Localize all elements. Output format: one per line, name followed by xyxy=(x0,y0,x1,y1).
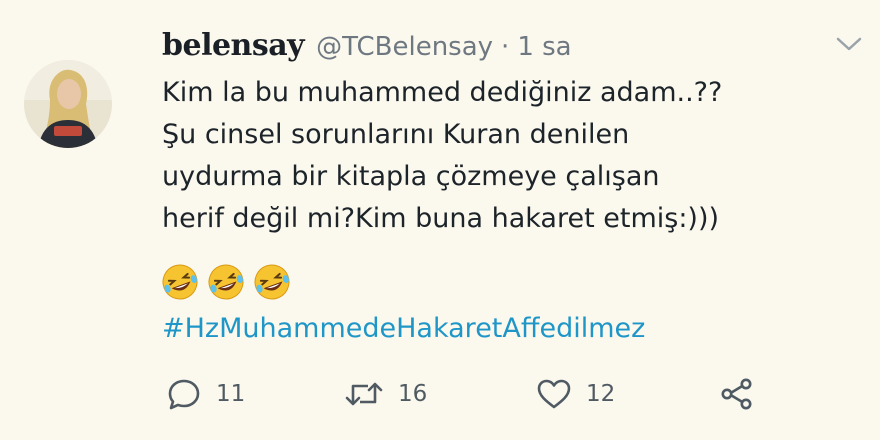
retweet-count: 16 xyxy=(398,381,428,407)
tweet-text-line: uydurma bir kitapla çözmeye çalışan xyxy=(162,161,660,192)
tweet-actions: 11 16 12 xyxy=(162,376,862,426)
hashtag-link[interactable]: #HzMuhammedeHakaretAffedilmez xyxy=(162,308,645,350)
tweet-text-line: herif değil mi?Kim buna hakaret etmiş:))… xyxy=(162,203,720,234)
tweet-header: belensay @TCBelensay · 1 sa xyxy=(162,28,572,68)
user-handle[interactable]: @TCBelensay xyxy=(316,32,493,62)
rolling-laughing-emoji-icon xyxy=(254,264,290,300)
share-icon xyxy=(721,378,752,410)
separator-dot: · xyxy=(501,32,510,62)
avatar-image xyxy=(24,60,112,148)
tweet-text: Kim la bu muhammed dediğiniz adam..?? Şu… xyxy=(162,72,874,240)
tweet-text-line: Şu cinsel sorunlarını Kuran denilen xyxy=(162,119,630,150)
avatar[interactable] xyxy=(24,60,112,148)
share-button[interactable] xyxy=(718,376,754,412)
tweet-text-line: Kim la bu muhammed dediğiniz adam..?? xyxy=(162,77,723,108)
timestamp[interactable]: 1 sa xyxy=(517,32,571,62)
heart-icon xyxy=(537,379,571,409)
like-count: 12 xyxy=(586,381,616,407)
like-button[interactable]: 12 xyxy=(536,376,615,412)
retweet-icon xyxy=(345,382,383,406)
retweet-button[interactable]: 16 xyxy=(344,376,427,412)
emoji-row xyxy=(160,262,292,302)
reply-button[interactable]: 11 xyxy=(166,376,245,412)
rolling-laughing-emoji-icon xyxy=(208,264,244,300)
reply-count: 11 xyxy=(216,381,246,407)
reply-icon xyxy=(168,379,200,410)
chevron-down-icon[interactable] xyxy=(834,34,864,54)
display-name[interactable]: belensay xyxy=(162,28,305,63)
rolling-laughing-emoji-icon xyxy=(162,264,198,300)
